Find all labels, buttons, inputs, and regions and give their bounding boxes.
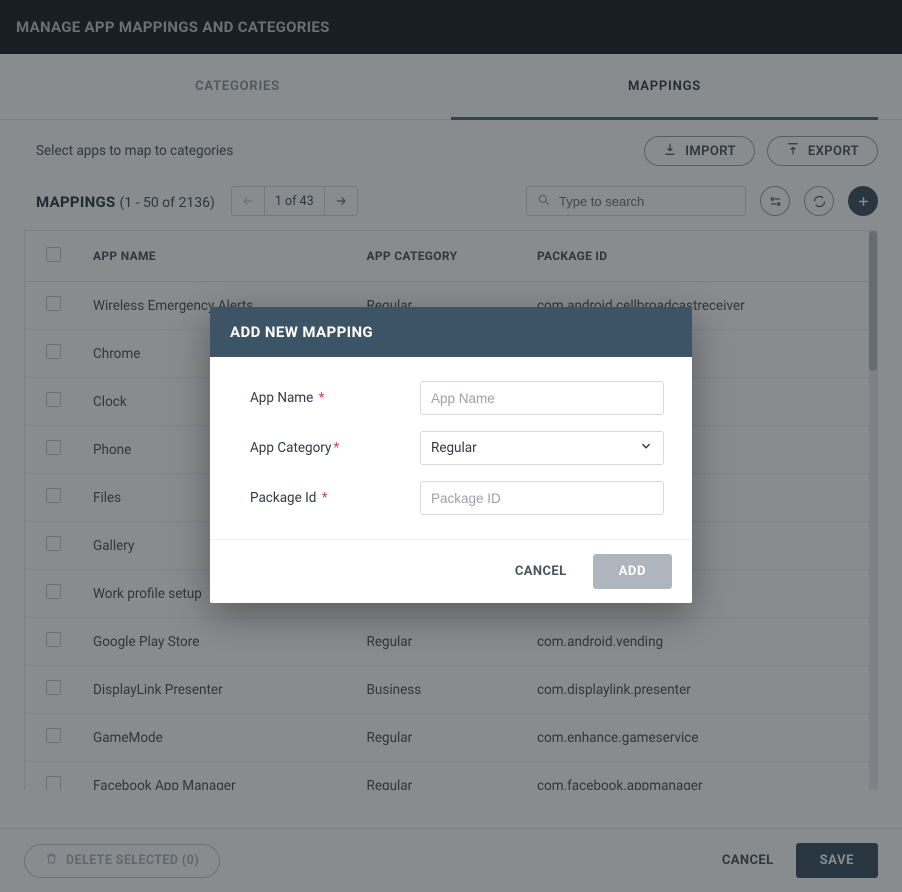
- field-app-category: App Category* Regular: [250, 431, 664, 465]
- chevron-down-icon: [639, 439, 653, 457]
- package-id-label: Package Id *: [250, 490, 420, 506]
- modal-body: App Name * App Category* Regular Package…: [210, 357, 692, 539]
- app-name-input[interactable]: [420, 381, 664, 415]
- modal-add-button[interactable]: ADD: [593, 554, 672, 589]
- modal-title: ADD NEW MAPPING: [210, 307, 692, 357]
- field-app-name: App Name *: [250, 381, 664, 415]
- add-mapping-modal: ADD NEW MAPPING App Name * App Category*…: [210, 307, 692, 603]
- modal-cancel-button[interactable]: CANCEL: [507, 554, 575, 589]
- app-category-label: App Category*: [250, 440, 420, 456]
- app-name-label: App Name *: [250, 390, 420, 406]
- field-package-id: Package Id *: [250, 481, 664, 515]
- modal-footer: CANCEL ADD: [210, 539, 692, 603]
- package-id-input[interactable]: [420, 481, 664, 515]
- app-category-select[interactable]: Regular: [420, 431, 664, 465]
- app-category-value: Regular: [431, 440, 477, 456]
- modal-overlay[interactable]: ADD NEW MAPPING App Name * App Category*…: [0, 0, 902, 892]
